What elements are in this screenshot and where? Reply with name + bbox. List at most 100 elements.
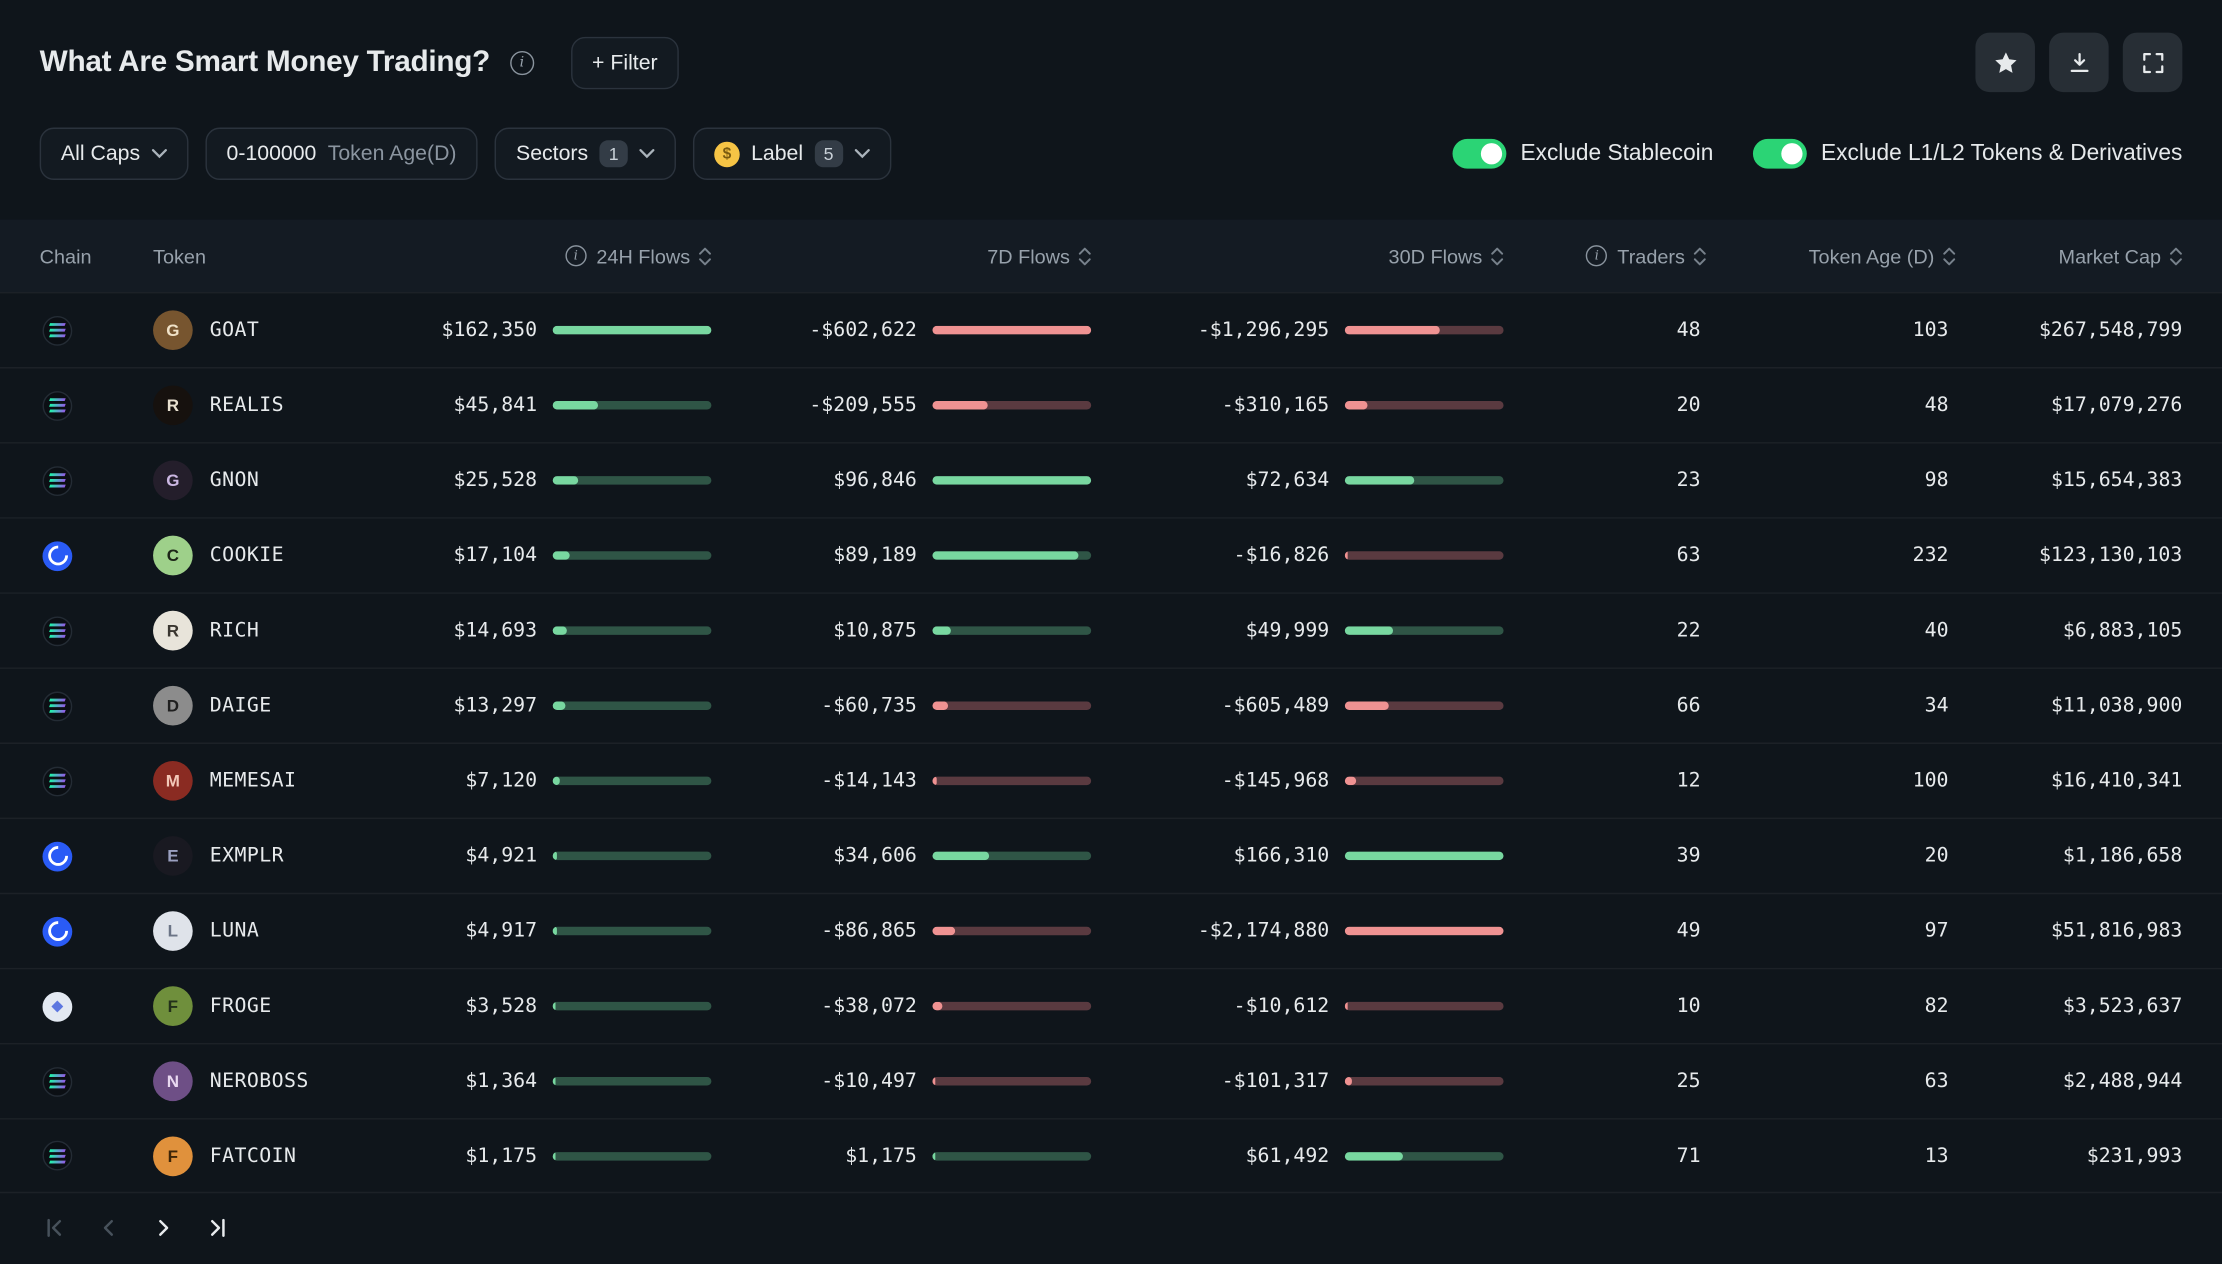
- first-page-button: [40, 1214, 67, 1241]
- token-cell[interactable]: F FATCOIN: [153, 1135, 394, 1176]
- token-avatar: R: [153, 610, 193, 651]
- traders-value: 22: [1676, 619, 1701, 642]
- flow-24h-value: $17,104: [453, 544, 538, 567]
- market-cap-cell: $51,816,983: [1956, 918, 2182, 944]
- market-cap-filter[interactable]: All Caps: [39, 127, 189, 180]
- sectors-filter[interactable]: Sectors 1: [494, 127, 676, 180]
- column-header-token-age[interactable]: Token Age (D): [1723, 244, 1956, 267]
- token-avatar: F: [153, 986, 193, 1026]
- info-icon[interactable]: i: [565, 245, 587, 267]
- chain-cell: [40, 690, 153, 721]
- exclude-l1l2-toggle[interactable]: Exclude L1/L2 Tokens & Derivatives: [1753, 138, 2182, 169]
- token-age-filter[interactable]: 0-100000 Token Age(D): [205, 127, 478, 180]
- exclude-stablecoin-toggle[interactable]: Exclude Stablecoin: [1452, 138, 1713, 169]
- traders-cell: 66: [1504, 693, 1724, 719]
- label-filter[interactable]: $ Label 5: [692, 127, 891, 180]
- flow-bar: [1344, 1076, 1504, 1086]
- column-header-7d-flows[interactable]: 7D Flows: [711, 244, 1091, 267]
- flow-bar-fill: [932, 1076, 936, 1086]
- flow-24h-value: $25,528: [453, 469, 538, 492]
- traders-value: 10: [1676, 994, 1701, 1018]
- token-cell[interactable]: M MEMESAI: [153, 760, 394, 801]
- token-cell[interactable]: C COOKIE: [153, 535, 394, 576]
- smart-money-dashboard: What Are Smart Money Trading? i + Filter…: [0, 0, 2222, 1264]
- flow-bar: [552, 1151, 712, 1160]
- toggle-switch-icon[interactable]: [1753, 138, 1807, 169]
- token-age-cell: 63: [1723, 1068, 1955, 1094]
- filter-button[interactable]: + Filter: [570, 36, 679, 89]
- market-cap-cell: $231,993: [1956, 1143, 2183, 1169]
- app-viewport: What Are Smart Money Trading? i + Filter…: [0, 0, 2222, 1264]
- column-header-30d-flows[interactable]: 30D Flows: [1091, 244, 1504, 267]
- token-cell[interactable]: R REALIS: [153, 385, 394, 426]
- favorite-button[interactable]: [1975, 32, 2035, 93]
- last-page-button[interactable]: [205, 1214, 232, 1241]
- toggle-switch-icon[interactable]: [1452, 138, 1507, 169]
- column-header-traders[interactable]: i Traders: [1504, 244, 1724, 267]
- flow-bar-fill: [552, 1151, 556, 1160]
- table-row[interactable]: N NEROBOSS $1,364 -$10,497 -$101,317 25 …: [0, 1042, 2222, 1118]
- flow-24h-cell: $45,841: [394, 394, 712, 417]
- market-cap-cell: $11,038,900: [1956, 693, 2182, 719]
- token-cell[interactable]: L LUNA: [153, 911, 394, 951]
- column-header-24h-flows[interactable]: i 24H Flows: [394, 244, 711, 267]
- flow-7d-cell: $10,875: [711, 619, 1092, 642]
- solana-chain-icon: [42, 1066, 73, 1097]
- next-page-button[interactable]: [150, 1214, 177, 1241]
- table-row[interactable]: R REALIS $45,841 -$209,555 -$310,165 20 …: [0, 367, 2222, 442]
- token-avatar: D: [153, 685, 193, 726]
- token-cell[interactable]: R RICH: [153, 610, 394, 651]
- token-cell[interactable]: F FROGE: [153, 986, 394, 1026]
- flow-24h-cell: $17,104: [394, 544, 712, 567]
- flow-7d-cell: $96,846: [711, 469, 1092, 492]
- table-row[interactable]: F FROGE $3,528 -$38,072 -$10,612 10 82 $…: [0, 967, 2222, 1043]
- flow-bar: [932, 701, 1092, 710]
- token-cell[interactable]: G GOAT: [153, 310, 394, 351]
- first-page-icon: [47, 1218, 62, 1238]
- token-age-value: 232: [1912, 544, 1949, 567]
- token-age-value: 98: [1924, 469, 1949, 492]
- table-row[interactable]: G GOAT $162,350 -$602,622 -$1,296,295 48…: [0, 291, 2222, 367]
- token-avatar: L: [153, 911, 193, 951]
- info-icon[interactable]: i: [1586, 245, 1608, 267]
- table-row[interactable]: E EXMPLR $4,921 $34,606 $166,310 39 20 $…: [0, 817, 2222, 893]
- chain-cell: [40, 540, 153, 571]
- table-row[interactable]: L LUNA $4,917 -$86,865 -$2,174,880 49 97…: [0, 892, 2222, 968]
- flow-bar-fill: [932, 626, 951, 635]
- flow-bar-fill: [552, 626, 567, 635]
- flow-bar-fill: [552, 776, 560, 786]
- flow-bar: [1344, 776, 1504, 786]
- smart-money-table: Chain Token i 24H Flows 7D Flows 30D Flo…: [0, 219, 2222, 1194]
- token-cell[interactable]: N NEROBOSS: [153, 1061, 394, 1102]
- market-cap-value: $2,488,944: [2062, 1069, 2183, 1093]
- traders-value: 48: [1676, 318, 1701, 342]
- title-info-icon[interactable]: i: [509, 50, 534, 75]
- token-cell[interactable]: D DAIGE: [153, 685, 394, 726]
- table-row[interactable]: M MEMESAI $7,120 -$14,143 -$145,968 12 1…: [0, 742, 2222, 818]
- flow-24h-value: $1,175: [465, 1144, 538, 1167]
- token-cell[interactable]: G GNON: [153, 460, 394, 501]
- table-row[interactable]: R RICH $14,693 $10,875 $49,999 22 40 $6,…: [0, 592, 2222, 667]
- column-header-token: Token: [153, 244, 206, 268]
- flow-bar: [932, 1151, 1092, 1160]
- base-chain-icon: [42, 841, 73, 871]
- token-age-value: 20: [1924, 844, 1949, 868]
- table-row[interactable]: D DAIGE $13,297 -$60,735 -$605,489 66 34…: [0, 667, 2222, 742]
- fullscreen-button[interactable]: [2122, 32, 2183, 93]
- download-icon: [2069, 52, 2088, 72]
- download-button[interactable]: [2049, 32, 2109, 93]
- market-cap-cell: $15,654,383: [1956, 468, 2182, 494]
- filter-button-label: + Filter: [592, 50, 658, 75]
- column-header-market-cap[interactable]: Market Cap: [1956, 244, 2183, 267]
- table-row[interactable]: C COOKIE $17,104 $89,189 -$16,826 63 232…: [0, 517, 2222, 592]
- token-cell[interactable]: E EXMPLR: [153, 836, 394, 876]
- table-row[interactable]: G GNON $25,528 $96,846 $72,634 23 98 $15…: [0, 442, 2222, 517]
- filters-row: All Caps 0-100000 Token Age(D) Sectors 1…: [0, 127, 2222, 180]
- flow-bar-fill: [1344, 551, 1348, 560]
- traders-cell: 71: [1504, 1143, 1724, 1169]
- flow-bar-fill: [552, 701, 566, 710]
- flow-bar: [1344, 1001, 1504, 1011]
- table-row[interactable]: F FATCOIN $1,175 $1,175 $61,492 71 13 $2…: [0, 1118, 2222, 1194]
- flow-bar-fill: [1344, 701, 1389, 710]
- flow-7d-value: -$209,555: [809, 393, 917, 417]
